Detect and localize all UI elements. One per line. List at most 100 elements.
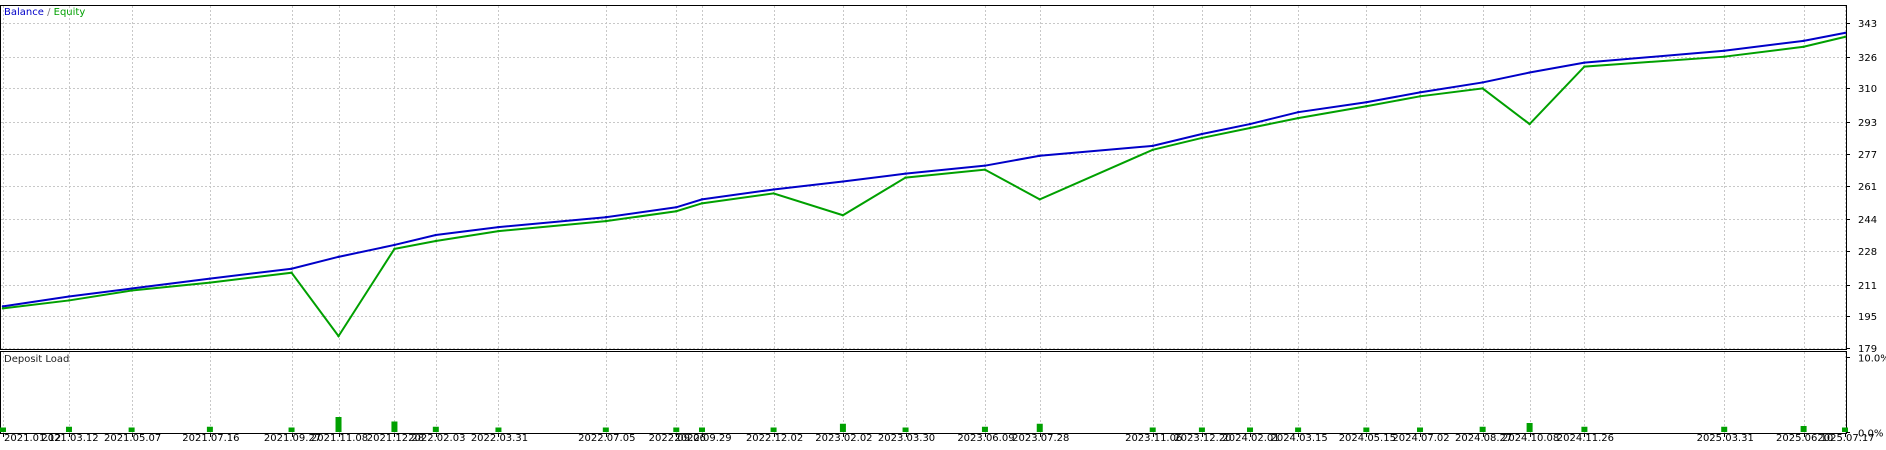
chart-svg: 34332631029327726124422821119517910.0%0.… xyxy=(0,0,1886,446)
equity-point-24 xyxy=(1528,122,1531,126)
deposit-load-bar-26 xyxy=(1721,426,1728,432)
equity-point-2 xyxy=(130,289,133,292)
equity-point-10 xyxy=(675,210,678,213)
balance-point-1 xyxy=(67,295,71,298)
y-tick-label-9: 195 xyxy=(1858,312,1877,323)
chart-background xyxy=(0,0,1886,446)
x-tick-label-21: 2024.05.15 xyxy=(1339,433,1396,444)
equity-point-3 xyxy=(208,281,212,284)
equity-point-12 xyxy=(772,192,775,195)
deposit-load-bar-25 xyxy=(1581,426,1588,432)
balance-point-27 xyxy=(1802,39,1805,43)
deposit-load-bar-19 xyxy=(1247,427,1254,432)
deposit-load-bar-4 xyxy=(288,427,295,432)
deposit-load-bar-23 xyxy=(1479,426,1486,432)
equity-point-5 xyxy=(337,334,340,338)
equity-point-16 xyxy=(1038,198,1041,201)
legend-separator: / xyxy=(43,7,54,18)
balance-point-13 xyxy=(841,180,845,183)
balance-point-18 xyxy=(1200,132,1204,136)
deposit-load-bar-3 xyxy=(206,426,213,432)
y-tick-label-2: 310 xyxy=(1858,84,1877,95)
balance-point-28 xyxy=(1843,31,1847,35)
balance-point-19 xyxy=(1248,122,1252,126)
balance-point-22 xyxy=(1418,91,1422,94)
y-tick-label-1: 326 xyxy=(1858,53,1877,64)
balance-point-23 xyxy=(1481,81,1484,84)
x-tick-label-26: 2025.03.31 xyxy=(1697,433,1754,444)
balance-point-11 xyxy=(700,198,704,201)
deposit-load-bar-0 xyxy=(0,427,6,432)
equity-point-1 xyxy=(67,299,71,302)
deposit-y-tick-label-0: 10.0% xyxy=(1858,354,1886,365)
deposit-load-bar-17 xyxy=(1149,427,1156,432)
equity-point-14 xyxy=(904,176,907,179)
equity-point-19 xyxy=(1248,126,1252,130)
y-tick-label-4: 277 xyxy=(1858,150,1877,161)
equity-point-9 xyxy=(604,219,608,223)
equity-point-17 xyxy=(1151,148,1154,152)
balance-point-6 xyxy=(393,243,396,247)
mt-report-chart: 34332631029327726124422821119517910.0%0.… xyxy=(0,0,1886,446)
deposit-load-bar-24 xyxy=(1526,423,1533,432)
legend-equity: Equity xyxy=(53,7,86,18)
deposit-load-bar-21 xyxy=(1363,427,1370,432)
equity-point-15 xyxy=(983,168,987,171)
equity-point-13 xyxy=(841,214,845,217)
deposit-load-bar-7 xyxy=(432,426,439,432)
equity-point-27 xyxy=(1802,45,1805,48)
balance-point-5 xyxy=(337,255,340,259)
balance-point-14 xyxy=(904,172,907,175)
balance-point-8 xyxy=(497,225,500,229)
deposit-load-bar-10 xyxy=(673,427,680,432)
equity-point-21 xyxy=(1365,105,1368,108)
deposit-load-bar-28 xyxy=(1842,427,1848,432)
balance-point-16 xyxy=(1038,154,1041,157)
balance-point-20 xyxy=(1296,110,1300,114)
equity-point-4 xyxy=(290,271,293,274)
equity-point-0 xyxy=(1,307,5,310)
deposit-load-bar-5 xyxy=(335,417,342,432)
deposit-load-title: Deposit Load xyxy=(4,354,70,365)
deposit-load-bar-14 xyxy=(902,427,909,432)
x-tick-label-25: 2024.11.26 xyxy=(1557,433,1614,444)
balance-point-15 xyxy=(983,164,987,167)
balance-point-9 xyxy=(604,216,608,219)
deposit-load-bar-2 xyxy=(128,427,135,432)
y-tick-label-0: 343 xyxy=(1858,19,1877,30)
y-tick-label-3: 293 xyxy=(1858,118,1877,129)
equity-point-26 xyxy=(1723,55,1726,58)
balance-point-26 xyxy=(1723,49,1726,52)
deposit-load-bar-13 xyxy=(839,423,846,432)
balance-point-12 xyxy=(772,188,775,191)
equity-point-7 xyxy=(434,239,438,243)
equity-point-23 xyxy=(1481,87,1484,90)
balance-point-3 xyxy=(208,277,212,280)
deposit-load-bar-8 xyxy=(495,427,502,432)
deposit-load-bar-22 xyxy=(1417,427,1424,432)
balance-point-4 xyxy=(290,267,293,270)
deposit-load-bar-27 xyxy=(1800,426,1807,432)
deposit-load-bar-12 xyxy=(770,427,777,432)
chart-legend: Balance / Equity xyxy=(4,7,85,19)
equity-point-18 xyxy=(1200,136,1204,140)
equity-point-8 xyxy=(497,229,500,233)
equity-point-22 xyxy=(1418,95,1422,98)
deposit-load-bar-16 xyxy=(1036,423,1043,432)
balance-point-7 xyxy=(434,233,438,237)
deposit-load-bar-18 xyxy=(1198,427,1205,432)
equity-point-6 xyxy=(393,247,396,251)
x-tick-label-20: 2024.03.15 xyxy=(1270,433,1327,444)
balance-point-17 xyxy=(1151,144,1154,148)
deposit-load-bar-11 xyxy=(699,427,705,432)
y-tick-label-6: 244 xyxy=(1858,215,1877,226)
x-tick-label-8: 2022.03.31 xyxy=(471,433,528,444)
y-tick-label-7: 228 xyxy=(1858,247,1877,258)
equity-point-25 xyxy=(1583,65,1586,68)
deposit-load-bar-1 xyxy=(65,426,72,432)
legend-balance: Balance xyxy=(4,7,44,18)
deposit-load-bar-20 xyxy=(1295,427,1302,432)
deposit-load-bar-15 xyxy=(981,426,988,432)
balance-point-25 xyxy=(1583,61,1586,64)
deposit-load-bar-6 xyxy=(391,421,398,432)
